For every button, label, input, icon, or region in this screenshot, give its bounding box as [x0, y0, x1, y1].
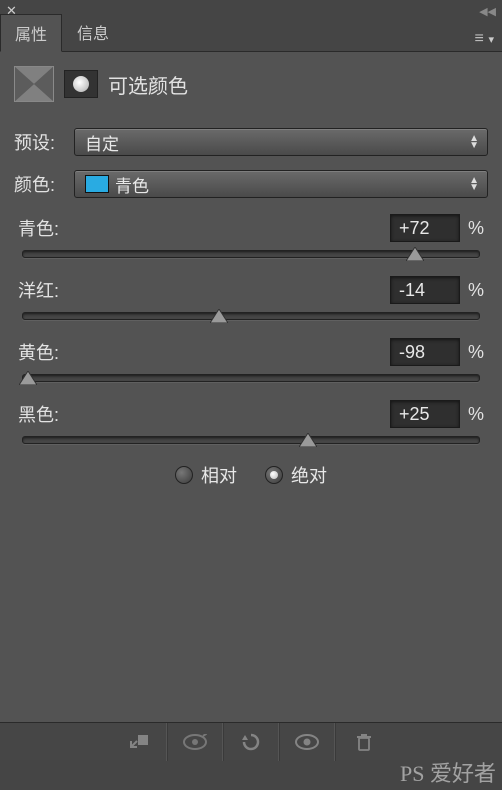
- sliders-group: 青色: % 洋红: %: [14, 214, 488, 444]
- cyan-track[interactable]: [22, 250, 480, 258]
- magenta-track[interactable]: [22, 312, 480, 320]
- preset-label: 预设:: [14, 129, 64, 155]
- clip-to-layer-button[interactable]: [111, 723, 167, 761]
- black-input[interactable]: [390, 400, 460, 428]
- selective-color-icon: [14, 66, 54, 102]
- slider-cyan: 青色: %: [14, 214, 488, 258]
- tab-info[interactable]: 信息: [62, 13, 124, 51]
- tab-bar: 属性 信息 ▾: [0, 22, 502, 52]
- color-label: 颜色:: [14, 171, 64, 197]
- cyan-input[interactable]: [390, 214, 460, 242]
- adjustment-header: 可选颜色: [14, 66, 488, 102]
- magenta-input[interactable]: [390, 276, 460, 304]
- yellow-thumb[interactable]: [19, 371, 37, 385]
- radio-icon: [265, 466, 283, 484]
- slider-black: 黑色: %: [14, 400, 488, 444]
- slider-yellow: 黄色: %: [14, 338, 488, 382]
- yellow-track[interactable]: [22, 374, 480, 382]
- radio-absolute[interactable]: 绝对: [265, 462, 327, 488]
- percent-sign: %: [468, 404, 484, 425]
- radio-icon: [175, 466, 193, 484]
- collapse-icon[interactable]: ◀◀: [479, 5, 496, 18]
- relative-label: 相对: [201, 462, 237, 488]
- panel-footer: [0, 722, 502, 760]
- adjustment-title: 可选颜色: [108, 70, 188, 99]
- color-swatch: [85, 175, 109, 193]
- preset-select[interactable]: 自定 ▲▼: [74, 128, 488, 156]
- panel-menu-button[interactable]: ▾: [474, 30, 494, 48]
- black-label: 黑色:: [18, 401, 59, 427]
- percent-sign: %: [468, 280, 484, 301]
- black-thumb[interactable]: [299, 433, 317, 447]
- magenta-thumb[interactable]: [210, 309, 228, 323]
- properties-panel: 可选颜色 预设: 自定 ▲▼ 颜色: 青色 ▲▼ 青色: %: [0, 52, 502, 760]
- cyan-thumb[interactable]: [406, 247, 424, 261]
- preset-value: 自定: [85, 130, 119, 155]
- view-previous-button[interactable]: [167, 723, 223, 761]
- color-select[interactable]: 青色 ▲▼: [74, 170, 488, 198]
- toggle-visibility-button[interactable]: [279, 723, 335, 761]
- percent-sign: %: [468, 342, 484, 363]
- cyan-label: 青色:: [18, 215, 59, 241]
- menu-icon: [474, 30, 488, 48]
- mask-icon: [73, 76, 89, 92]
- radio-relative[interactable]: 相对: [175, 462, 237, 488]
- absolute-label: 绝对: [291, 462, 327, 488]
- magenta-label: 洋红:: [18, 277, 59, 303]
- reset-button[interactable]: [223, 723, 279, 761]
- yellow-input[interactable]: [390, 338, 460, 366]
- stepper-arrows-icon: ▲▼: [469, 177, 479, 191]
- watermark: PS 爱好者: [400, 756, 496, 788]
- slider-magenta: 洋红: %: [14, 276, 488, 320]
- black-track[interactable]: [22, 436, 480, 444]
- delete-button[interactable]: [335, 723, 391, 761]
- color-value: 青色: [115, 172, 149, 197]
- color-row: 颜色: 青色 ▲▼: [14, 170, 488, 198]
- percent-sign: %: [468, 218, 484, 239]
- tab-properties[interactable]: 属性: [0, 14, 62, 52]
- preset-row: 预设: 自定 ▲▼: [14, 128, 488, 156]
- mode-radio-group: 相对 绝对: [14, 462, 488, 488]
- mask-button[interactable]: [64, 70, 98, 98]
- yellow-label: 黄色:: [18, 339, 59, 365]
- stepper-arrows-icon: ▲▼: [469, 135, 479, 149]
